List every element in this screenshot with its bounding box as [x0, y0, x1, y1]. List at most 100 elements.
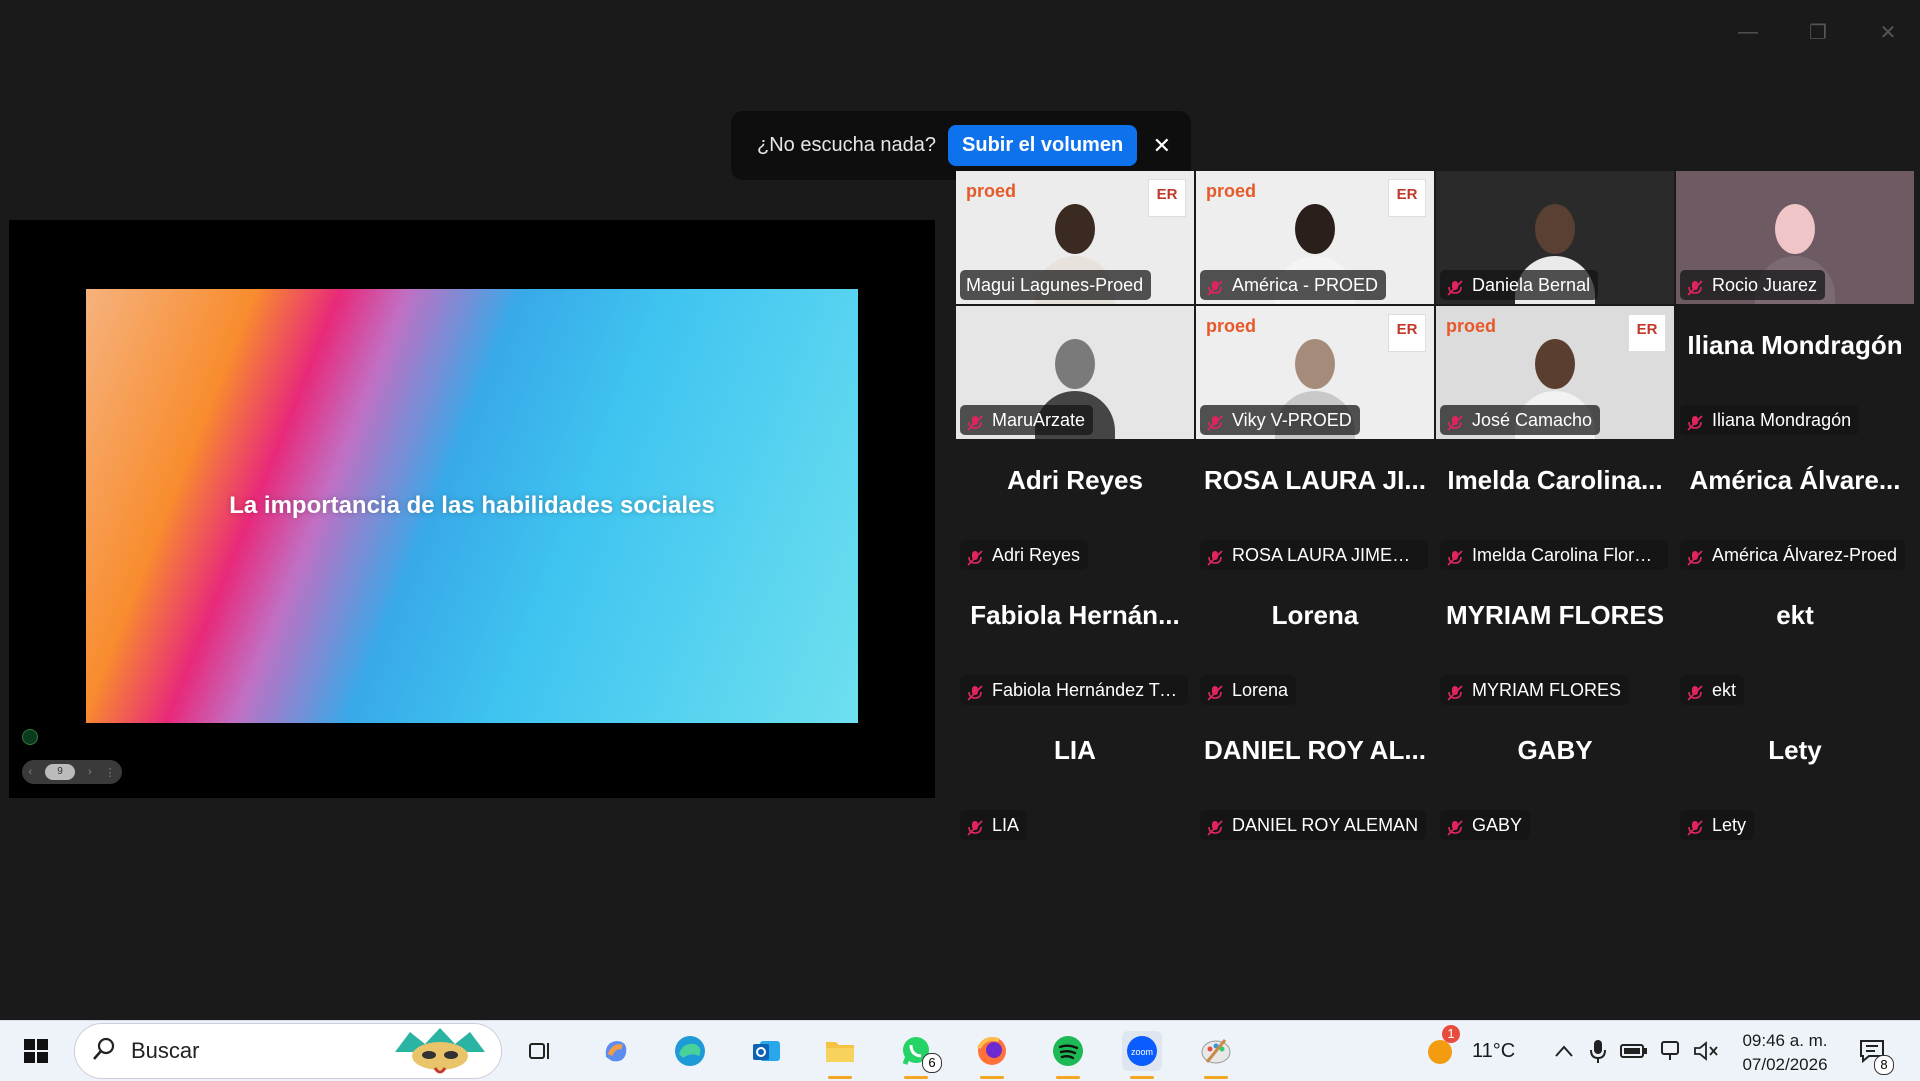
svg-text:zoom: zoom [1131, 1047, 1153, 1057]
participant-tile[interactable]: ekt ekt [1676, 576, 1914, 709]
er-logo: ER [1148, 179, 1186, 217]
taskbar-search[interactable]: Buscar [74, 1023, 502, 1079]
participant-name-tag: Fabiola Hernández Trejo [960, 675, 1188, 705]
minimize-icon[interactable]: — [1734, 18, 1762, 46]
participant-name-tag: DANIEL ROY ALEMAN [1200, 810, 1427, 840]
participant-tile[interactable]: Rocio Juarez [1676, 171, 1914, 304]
participant-name: MaruArzate [992, 410, 1086, 430]
muted-mic-icon [1206, 816, 1224, 836]
search-icon [91, 1036, 117, 1067]
participant-name-tag: Adri Reyes [960, 540, 1089, 570]
participant-display-name: América Álvare... [1689, 465, 1901, 495]
participant-name: Lety [1712, 815, 1747, 835]
participant-tile[interactable]: DANIEL ROY AL... DANIEL ROY ALEMAN [1196, 711, 1434, 844]
participant-name: ekt [1712, 680, 1737, 700]
whatsapp-icon[interactable]: 6 [896, 1031, 942, 1079]
network-icon[interactable] [1652, 1031, 1688, 1071]
muted-mic-icon [1446, 546, 1464, 566]
whatsapp-badge: 6 [922, 1053, 942, 1073]
participant-display-name: MYRIAM FLORES [1445, 600, 1665, 630]
temperature[interactable]: 11°C [1472, 1040, 1515, 1063]
volume-muted-icon[interactable] [1688, 1031, 1724, 1071]
participant-name: América - PROED [1232, 275, 1379, 295]
participant-tile[interactable]: Adri Reyes Adri Reyes [956, 441, 1194, 574]
running-indicator [1204, 1076, 1228, 1079]
proed-logo: proed [1206, 181, 1257, 201]
participant-name-tag: Rocio Juarez [1680, 270, 1826, 300]
volume-toast: ¿No escucha nada? Subir el volumen ✕ [731, 111, 1191, 180]
paint-icon[interactable] [1196, 1031, 1236, 1079]
microphone-icon[interactable] [1580, 1031, 1616, 1071]
participant-display-name: GABY [1517, 735, 1593, 765]
participant-tile[interactable]: Imelda Carolina... Imelda Carolina Flores… [1436, 441, 1674, 574]
participant-tile[interactable]: Fabiola Hernán... Fabiola Hernández Trejo [956, 576, 1194, 709]
prev-slide-icon[interactable]: ‹ [28, 766, 32, 778]
participant-tile[interactable]: GABY GABY [1436, 711, 1674, 844]
participant-tile[interactable]: proed ER José Camacho [1436, 306, 1674, 439]
slide-title: La importancia de las habilidades social… [229, 492, 715, 519]
windows-start-icon[interactable] [16, 1031, 56, 1071]
chevron-up-icon[interactable] [1544, 1031, 1584, 1071]
more-icon[interactable]: ⋮ [105, 766, 116, 779]
participant-tile[interactable]: América Álvare... América Álvarez-Proed [1676, 441, 1914, 574]
participant-display-name: ROSA LAURA JI... [1204, 465, 1426, 495]
participant-name: Daniela Bernal [1472, 275, 1591, 295]
weather-icon[interactable]: 1 [1422, 1025, 1460, 1071]
slide-navigator[interactable]: ‹ 9 › ⋮ [22, 760, 122, 784]
participant-tile[interactable]: MYRIAM FLORES MYRIAM FLORES [1436, 576, 1674, 709]
participant-display-name: Fabiola Hernán... [970, 600, 1180, 630]
participant-tile[interactable]: Lorena Lorena [1196, 576, 1434, 709]
participant-name-tag: Viky V-PROED [1200, 405, 1360, 435]
task-view-icon[interactable] [520, 1031, 560, 1071]
participant-tile[interactable]: Lety Lety [1676, 711, 1914, 844]
restore-icon[interactable]: ❐ [1804, 18, 1832, 46]
proed-logo: proed [1206, 316, 1257, 336]
proed-logo: proed [1446, 316, 1497, 336]
raise-volume-button[interactable]: Subir el volumen [948, 125, 1138, 166]
participant-name-tag: José Camacho [1440, 405, 1601, 435]
participant-name: DANIEL ROY ALEMAN [1232, 815, 1419, 835]
zoom-icon[interactable]: zoom [1122, 1031, 1162, 1079]
participant-name: Magui Lagunes-Proed [966, 275, 1144, 295]
running-indicator [828, 1076, 852, 1079]
battery-icon[interactable] [1616, 1031, 1652, 1071]
muted-mic-icon [1206, 411, 1224, 431]
close-icon[interactable]: ✕ [1153, 133, 1171, 159]
participant-display-name: Imelda Carolina... [1447, 465, 1663, 495]
copilot-icon[interactable] [596, 1031, 636, 1071]
spotify-icon[interactable] [1048, 1031, 1088, 1079]
participant-name: José Camacho [1472, 410, 1593, 430]
edge-icon[interactable] [670, 1031, 710, 1071]
close-window-icon[interactable]: ✕ [1874, 18, 1902, 46]
firefox-icon[interactable] [972, 1031, 1012, 1079]
notifications-icon[interactable]: 8 [1852, 1031, 1894, 1075]
window-controls: — ❐ ✕ [1734, 18, 1902, 46]
participant-name-tag: GABY [1440, 810, 1531, 840]
participant-name-tag: Lety [1680, 810, 1755, 840]
presentation-slide: La importancia de las habilidades social… [86, 289, 858, 723]
taskbar: Buscar 6 zoom 1 11°C 09:46 a. m. 07/02/2… [0, 1020, 1920, 1081]
participant-tile[interactable]: Daniela Bernal [1436, 171, 1674, 304]
carnival-mask-icon [385, 1026, 495, 1078]
muted-mic-icon [966, 411, 984, 431]
participant-name-tag: Iliana Mondragón [1680, 405, 1860, 435]
participant-tile[interactable]: proed ER América - PROED [1196, 171, 1434, 304]
participant-tile[interactable]: Iliana Mondragón Iliana Mondragón [1676, 306, 1914, 439]
participant-tile[interactable]: proed ER Magui Lagunes-Proed [956, 171, 1194, 304]
file-explorer-icon[interactable] [820, 1031, 860, 1079]
participant-name: ROSA LAURA JIMENEZ... [1232, 545, 1420, 565]
muted-mic-icon [1446, 276, 1464, 296]
participant-tile[interactable]: LIA LIA [956, 711, 1194, 844]
participant-tile[interactable]: proed ER Viky V-PROED [1196, 306, 1434, 439]
participant-tile[interactable]: ROSA LAURA JI... ROSA LAURA JIMENEZ... [1196, 441, 1434, 574]
participant-name-tag: Daniela Bernal [1440, 270, 1599, 300]
outlook-icon[interactable] [746, 1031, 786, 1071]
muted-mic-icon [1686, 681, 1704, 701]
participant-tile[interactable]: MaruArzate [956, 306, 1194, 439]
er-logo: ER [1628, 314, 1666, 352]
running-indicator [904, 1076, 928, 1079]
muted-mic-icon [1686, 816, 1704, 836]
next-slide-icon[interactable]: › [88, 766, 92, 778]
system-clock[interactable]: 09:46 a. m. 07/02/2026 [1730, 1029, 1840, 1077]
running-indicator [1130, 1076, 1154, 1079]
